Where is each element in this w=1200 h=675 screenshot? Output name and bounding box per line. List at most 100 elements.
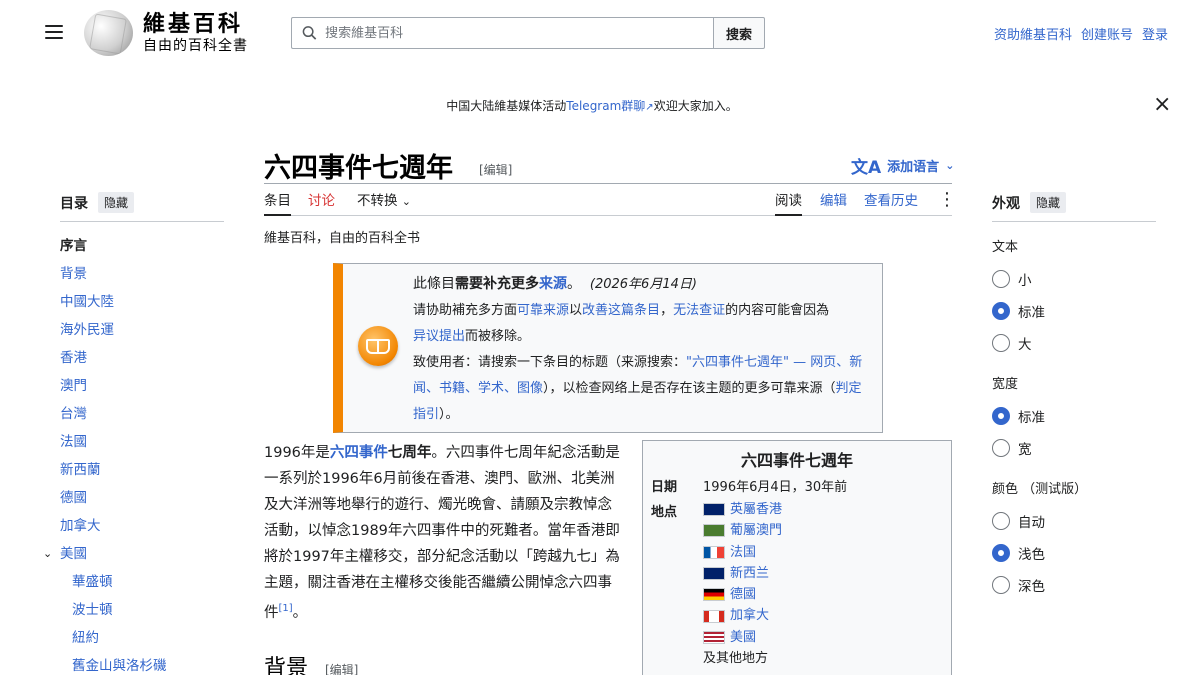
germany-flag-icon xyxy=(703,588,725,602)
page-title: 六四事件七週年 xyxy=(264,153,453,184)
tab-read[interactable]: 阅读 xyxy=(775,191,802,216)
infobox-place-label: 地点 xyxy=(651,505,678,520)
main-menu-button[interactable] xyxy=(45,25,63,39)
appearance-panel: 外观 隐藏 文本 小 标准 大 宽度 标准 宽 颜色 （测试版） 自动 浅色 深… xyxy=(992,192,1156,601)
appearance-hide-button[interactable]: 隐藏 xyxy=(1030,192,1067,213)
chevron-down-icon[interactable]: ⌄ xyxy=(43,540,52,568)
infobox-title: 六四事件七週年 xyxy=(740,451,853,470)
infobox: 六四事件七週年 日期 1996年6月4日，30年前 地点 英屬香港 葡屬澳門 法… xyxy=(642,440,952,675)
tagline: 維基百科，自由的百科全书 xyxy=(264,231,421,246)
tab-talk[interactable]: 讨论 xyxy=(308,191,335,211)
page-tabs: 条目 讨论 不转换 ⌄ 阅读 编辑 查看历史 ⋮ xyxy=(264,188,956,216)
color-label: 颜色 （测试版） xyxy=(992,482,1088,497)
reliable-sources-link[interactable]: 可靠来源 xyxy=(517,303,569,318)
title-divider xyxy=(264,183,952,184)
logo-subtitle: 自由的百科全書 xyxy=(143,38,248,54)
usa-flag-icon xyxy=(703,630,725,644)
appearance-title: 外观 xyxy=(992,195,1020,212)
section-edit-link[interactable]: [编辑] xyxy=(325,661,358,675)
search-input[interactable] xyxy=(325,25,713,41)
toc-item[interactable]: 澳門 xyxy=(60,378,87,394)
toc-subitem[interactable]: 波士頓 xyxy=(72,602,113,618)
toc-item[interactable]: 中國大陸 xyxy=(60,294,114,310)
variant-dropdown[interactable]: 不转换 ⌄ xyxy=(357,191,411,212)
improve-article-link[interactable]: 改善这篇条目 xyxy=(582,303,660,318)
sources-link[interactable]: 来源 xyxy=(539,276,567,292)
color-dark-radio[interactable]: 深色 xyxy=(992,569,1156,601)
create-account-link[interactable]: 创建账号 xyxy=(1081,24,1133,43)
add-languages-button[interactable]: 文A 添加语言 ⌄ xyxy=(851,153,954,178)
wikipedia-globe-icon xyxy=(84,10,133,56)
title-edit-link[interactable]: [编辑] xyxy=(479,161,512,178)
new-zealand-flag-icon xyxy=(703,567,725,581)
section-heading-background: 背景 xyxy=(264,656,309,675)
search-form: 搜索 xyxy=(291,17,765,49)
toc-item[interactable]: 法國 xyxy=(60,434,87,450)
width-label: 宽度 xyxy=(992,377,1019,392)
toc-item[interactable]: 德國 xyxy=(60,490,87,506)
toc-item[interactable]: 美國 xyxy=(60,546,87,562)
toc-item[interactable]: 新西蘭 xyxy=(60,462,101,478)
toc-hide-button[interactable]: 隐藏 xyxy=(98,192,135,213)
toc-item[interactable]: 香港 xyxy=(60,350,87,366)
site-notice: 中国大陆維基媒体活动Telegram群聊↗欢迎大家加入。 xyxy=(446,99,738,113)
place-link[interactable]: 加拿大 xyxy=(730,605,769,626)
place-link[interactable]: 葡屬澳門 xyxy=(730,520,782,541)
toc-title: 目录 xyxy=(60,195,88,212)
place-link[interactable]: 英屬香港 xyxy=(730,499,782,520)
table-of-contents: 目录 隐藏 序言 背景 中國大陸 海外民運 香港 澳門 台灣 法國 新西蘭 德國… xyxy=(43,192,224,675)
macau-flag-icon xyxy=(703,524,725,538)
hong-kong-flag-icon xyxy=(703,503,725,517)
telegram-link[interactable]: Telegram群聊 xyxy=(566,99,645,113)
toc-item[interactable]: 台灣 xyxy=(60,406,87,422)
width-wide-radio[interactable]: 宽 xyxy=(992,432,1156,464)
external-link-icon: ↗ xyxy=(645,102,654,113)
toc-subitem[interactable]: 舊金山與洛杉磯 xyxy=(72,658,167,674)
color-auto-radio[interactable]: 自动 xyxy=(992,505,1156,537)
toc-subitem[interactable]: 紐約 xyxy=(72,630,99,646)
chevron-down-icon: ⌄ xyxy=(945,159,955,172)
infobox-others: 及其他地方 xyxy=(703,651,769,667)
refimprove-notice: 此條目需要补充更多来源。 (2026年6月14日) 请协助補充多方面可靠来源以改… xyxy=(333,263,883,433)
toc-item[interactable]: 加拿大 xyxy=(60,518,101,534)
text-size-standard-radio[interactable]: 标准 xyxy=(992,295,1156,327)
reference-link[interactable]: [1] xyxy=(279,603,293,614)
text-size-label: 文本 xyxy=(992,240,1019,255)
france-flag-icon xyxy=(703,545,725,559)
tab-article[interactable]: 条目 xyxy=(264,191,291,216)
user-links: 资助維基百科 创建账号 登录 xyxy=(994,24,1168,43)
donate-link[interactable]: 资助維基百科 xyxy=(994,24,1072,43)
color-light-radio[interactable]: 浅色 xyxy=(992,537,1156,569)
toc-item[interactable]: 海外民運 xyxy=(60,322,114,338)
toc-item-intro[interactable]: 序言 xyxy=(60,232,224,260)
place-link[interactable]: 德國 xyxy=(730,584,756,605)
challenge-link[interactable]: 异议提出 xyxy=(413,329,465,344)
language-icon: 文A xyxy=(851,158,882,178)
width-standard-radio[interactable]: 标准 xyxy=(992,400,1156,432)
text-size-large-radio[interactable]: 大 xyxy=(992,327,1156,359)
book-icon xyxy=(358,326,398,366)
toc-item[interactable]: 背景 xyxy=(60,266,87,282)
logo-title: 維基百科 xyxy=(143,11,244,37)
more-actions-icon[interactable]: ⋮ xyxy=(938,191,956,209)
infobox-date-label: 日期 xyxy=(651,480,678,495)
close-icon[interactable]: × xyxy=(1153,94,1171,116)
june-fourth-link[interactable]: 六四事件 xyxy=(330,445,388,461)
canada-flag-icon xyxy=(703,609,725,623)
search-button[interactable]: 搜索 xyxy=(713,17,765,49)
text-size-small-radio[interactable]: 小 xyxy=(992,263,1156,295)
verifiability-link[interactable]: 无法查证 xyxy=(673,303,725,318)
infobox-date-value: 1996年6月4日，30年前 xyxy=(703,480,848,495)
login-link[interactable]: 登录 xyxy=(1142,24,1168,43)
notice-date: (2026年6月14日) xyxy=(589,277,697,292)
site-logo[interactable]: 維基百科 自由的百科全書 xyxy=(84,10,248,56)
tab-history[interactable]: 查看历史 xyxy=(864,191,918,211)
intro-paragraph: 1996年是六四事件七周年。六四事件七周年紀念活動是一系列於1996年6月前後在… xyxy=(264,445,620,621)
tab-edit[interactable]: 编辑 xyxy=(820,191,847,211)
search-field[interactable] xyxy=(291,17,713,49)
place-link[interactable]: 法国 xyxy=(730,542,756,563)
chevron-down-icon: ⌄ xyxy=(401,195,412,208)
place-link[interactable]: 新西兰 xyxy=(730,563,769,584)
place-link[interactable]: 美國 xyxy=(730,627,756,648)
toc-subitem[interactable]: 華盛頓 xyxy=(72,574,113,590)
